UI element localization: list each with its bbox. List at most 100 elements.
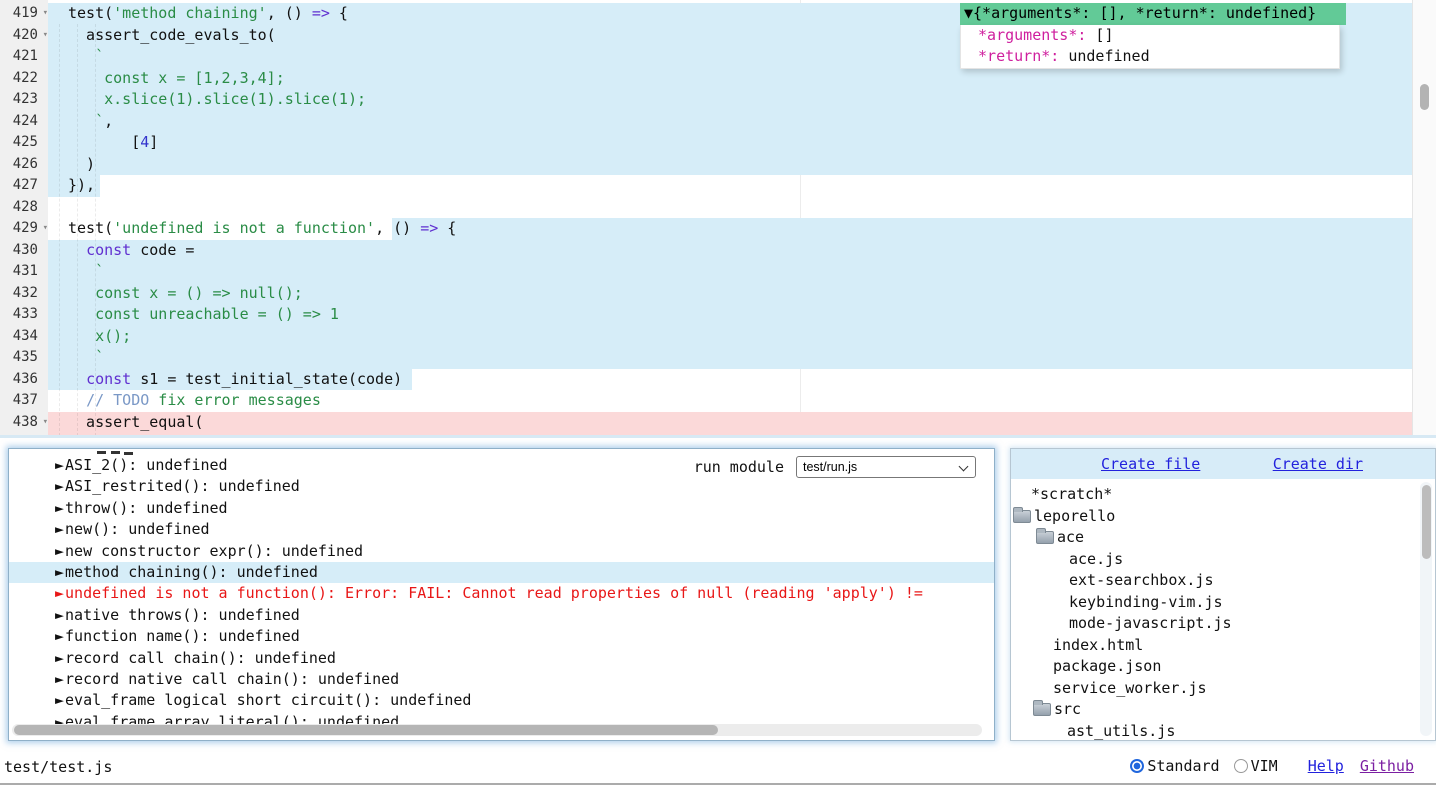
test-list-item[interactable]: ►native throws(): undefined <box>9 605 994 626</box>
code-line[interactable]: const s1 = test_initial_state(code) <box>48 369 1436 391</box>
gutter-line-number[interactable]: 421 <box>0 46 48 68</box>
gutter-line-number[interactable]: 425 <box>0 132 48 154</box>
file-tree-scrollbar-thumb[interactable] <box>1422 485 1431 559</box>
code-line[interactable]: const unreachable = () => 1 <box>48 304 1436 326</box>
code-line[interactable]: `, <box>48 111 1436 133</box>
gutter-line-number[interactable]: 424 <box>0 111 48 133</box>
code-line[interactable]: ` <box>48 261 1436 283</box>
editor-scrollbar-thumb[interactable] <box>1420 84 1429 110</box>
gutter-line-number[interactable]: 419▾ <box>0 3 48 25</box>
gutter-line-number[interactable]: 432 <box>0 283 48 305</box>
file-tree-item[interactable]: ace.js <box>1011 549 1421 571</box>
gutter-line-number[interactable]: 430 <box>0 240 48 262</box>
expand-arrow-icon[interactable]: ► <box>55 520 64 538</box>
gutter-line-number[interactable]: 426 <box>0 154 48 176</box>
code-text: }), <box>48 175 1436 197</box>
expand-arrow-icon[interactable]: ► <box>55 670 64 688</box>
file-tree-label: ace.js <box>1069 549 1123 571</box>
file-tree-item[interactable]: mode-javascript.js <box>1011 613 1421 635</box>
tooltip-entry[interactable]: *arguments*: [] <box>961 25 1339 47</box>
file-tree-label: ext-searchbox.js <box>1069 570 1214 592</box>
code-line[interactable] <box>48 197 1436 219</box>
expand-arrow-icon[interactable]: ► <box>55 691 64 709</box>
code-line[interactable]: const x = [1,2,3,4]; <box>48 68 1436 90</box>
file-tree-item[interactable]: index.html <box>1011 635 1421 657</box>
mode-label-vim[interactable]: VIM <box>1251 757 1278 775</box>
test-item-label: eval_frame logical short circuit(): unde… <box>65 691 471 709</box>
gutter-line-number[interactable]: 422 <box>0 68 48 90</box>
gutter-line-number[interactable]: 438▾ <box>0 412 48 434</box>
code-text: x(); <box>48 326 1436 348</box>
gutter-line-number[interactable]: 435 <box>0 347 48 369</box>
expand-arrow-icon[interactable]: ► <box>55 584 64 602</box>
file-tree-item[interactable]: package.json <box>1011 656 1421 678</box>
horizontal-scrollbar-thumb[interactable] <box>14 725 718 735</box>
file-tree-item[interactable]: *scratch* <box>1011 484 1421 506</box>
gutter-line-number[interactable]: 437 <box>0 390 48 412</box>
test-list-item[interactable]: ►eval_frame logical short circuit(): und… <box>9 690 994 711</box>
tooltip-collapsed-header[interactable]: ▼{*arguments*: [], *return*: undefined} <box>960 3 1346 25</box>
code-line[interactable]: }), <box>48 175 1436 197</box>
expand-arrow-icon[interactable]: ► <box>55 563 64 581</box>
gutter-line-number[interactable]: 420▾ <box>0 25 48 47</box>
file-tree-item[interactable]: src <box>1011 699 1421 721</box>
code-line[interactable]: ) <box>48 154 1436 176</box>
file-tree-scrollbar[interactable] <box>1420 482 1432 736</box>
code-line[interactable]: ` <box>48 347 1436 369</box>
test-list-item[interactable]: ►function name(): undefined <box>9 626 994 647</box>
test-list-item[interactable]: ►new constructor expr(): undefined <box>9 541 994 562</box>
clipped-list-item <box>97 451 106 454</box>
expand-arrow-icon[interactable]: ► <box>55 649 64 667</box>
radio-vim[interactable] <box>1234 759 1248 773</box>
code-line[interactable]: const x = () => null(); <box>48 283 1436 305</box>
file-tree-item[interactable]: service_worker.js <box>1011 678 1421 700</box>
code-line[interactable]: // TODO fix error messages <box>48 390 1436 412</box>
test-list-item[interactable]: ►ASI_restrited(): undefined <box>9 476 994 497</box>
create-dir-link[interactable]: Create dir <box>1273 455 1363 473</box>
file-tree-item[interactable]: ace <box>1011 527 1421 549</box>
gutter-line-number[interactable]: 431 <box>0 261 48 283</box>
tooltip-entry[interactable]: *return*: undefined <box>961 46 1339 68</box>
code-line[interactable]: [4] <box>48 132 1436 154</box>
expand-arrow-icon[interactable]: ► <box>55 627 64 645</box>
code-line[interactable]: const code = <box>48 240 1436 262</box>
gutter-line-number[interactable]: 429▾ <box>0 218 48 240</box>
horizontal-scrollbar[interactable] <box>12 724 982 736</box>
code-line[interactable]: assert_equal( <box>48 412 1436 434</box>
file-tree-item[interactable]: ext-searchbox.js <box>1011 570 1421 592</box>
expand-arrow-icon[interactable]: ► <box>55 542 64 560</box>
gutter-line-number[interactable]: 434 <box>0 326 48 348</box>
gutter-line-number[interactable]: 428 <box>0 197 48 219</box>
github-link[interactable]: Github <box>1360 757 1414 775</box>
run-module-select[interactable]: test/run.js <box>796 456 976 478</box>
file-tree-label: *scratch* <box>1031 484 1112 506</box>
editor-scrollbar[interactable] <box>1412 0 1436 436</box>
editor-row: 429▾test('undefined is not a function', … <box>0 218 1436 240</box>
test-list-item[interactable]: ►undefined is not a function(): Error: F… <box>9 583 994 604</box>
gutter-line-number[interactable]: 423 <box>0 89 48 111</box>
file-tree-item[interactable]: keybinding-vim.js <box>1011 592 1421 614</box>
radio-standard[interactable] <box>1130 759 1144 773</box>
test-list-item[interactable]: ►record native call chain(): undefined <box>9 669 994 690</box>
test-list-item[interactable]: ►throw(): undefined <box>9 498 994 519</box>
file-tree-item[interactable]: ast_utils.js <box>1011 721 1421 742</box>
code-line[interactable]: x.slice(1).slice(1).slice(1); <box>48 89 1436 111</box>
file-tree-item[interactable]: leporello <box>1011 506 1421 528</box>
expand-arrow-icon[interactable]: ► <box>55 456 64 474</box>
expand-arrow-icon[interactable]: ► <box>55 606 64 624</box>
gutter-line-number[interactable]: 427 <box>0 175 48 197</box>
code-editor[interactable]: 419▾test('method chaining', () => {420▾ … <box>0 0 1436 436</box>
test-list-item[interactable]: ►method chaining(): undefined <box>9 562 994 583</box>
gutter-line-number[interactable]: 436 <box>0 369 48 391</box>
create-file-link[interactable]: Create file <box>1101 455 1200 473</box>
test-list-item[interactable]: ►record call chain(): undefined <box>9 648 994 669</box>
code-line[interactable]: test('undefined is not a function', () =… <box>48 218 1436 240</box>
gutter-line-number[interactable]: 433 <box>0 304 48 326</box>
test-list-item[interactable]: ►new(): undefined <box>9 519 994 540</box>
status-bar: test/test.js StandardVIMHelpGithub <box>0 748 1436 784</box>
help-link[interactable]: Help <box>1308 757 1344 775</box>
expand-arrow-icon[interactable]: ► <box>55 477 64 495</box>
code-line[interactable]: x(); <box>48 326 1436 348</box>
expand-arrow-icon[interactable]: ► <box>55 499 64 517</box>
mode-label-standard[interactable]: Standard <box>1147 757 1219 775</box>
